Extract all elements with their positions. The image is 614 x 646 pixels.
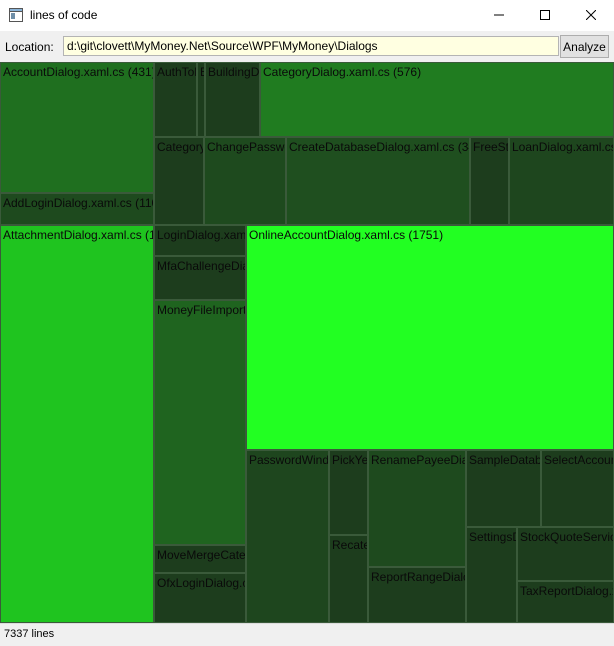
status-text: 7337 lines	[4, 628, 55, 640]
treemap-cell[interactable]: OnlineAccountDialog.xaml.cs (1751)	[246, 225, 614, 450]
cell-label: AddLoginDialog.xaml.cs (110)	[3, 196, 154, 210]
treemap-cell[interactable]: FreeSt	[470, 137, 509, 225]
location-input[interactable]	[63, 36, 559, 56]
close-button[interactable]	[568, 0, 614, 31]
cell-label: SelectAccoun	[544, 453, 614, 467]
close-icon	[585, 9, 597, 23]
cell-label: MoneyFileImport	[157, 303, 246, 317]
treemap-cell[interactable]: SampleDatab	[466, 450, 541, 527]
treemap-cell[interactable]: CategoryDialog.xaml.cs (576)	[260, 62, 614, 137]
treemap-cell[interactable]: TaxReportDialog.x	[517, 581, 614, 623]
app-window: lines of code Location: Analyze AccountD…	[0, 0, 614, 646]
treemap-cell[interactable]: ChangePasswo	[204, 137, 286, 225]
treemap-cell[interactable]: Category	[154, 137, 204, 225]
cell-label: StockQuoteServic	[520, 530, 614, 544]
cell-label: MfaChallengeDia	[157, 259, 246, 273]
cell-label: SettingsD	[469, 530, 517, 544]
treemap-cell[interactable]: AttachmentDialog.xaml.cs (1	[0, 225, 154, 623]
treemap-cell[interactable]: B	[197, 62, 205, 137]
cell-label: PickYe	[332, 453, 368, 467]
cell-label: RenamePayeeDial	[371, 453, 466, 467]
treemap-cell[interactable]: CreateDatabaseDialog.xaml.cs (34	[286, 137, 470, 225]
treemap-cell[interactable]: AuthTol	[154, 62, 197, 137]
treemap-cell[interactable]: OfxLoginDialog.c	[154, 573, 246, 623]
treemap-cell[interactable]: StockQuoteServic	[517, 527, 614, 581]
cell-label: OfxLoginDialog.c	[157, 576, 246, 590]
treemap-cell[interactable]: SelectAccoun	[541, 450, 614, 527]
cell-label: CreateDatabaseDialog.xaml.cs (34	[289, 140, 470, 154]
cell-label: OnlineAccountDialog.xaml.cs (1751)	[249, 228, 444, 242]
analyze-button[interactable]: Analyze	[560, 35, 609, 58]
location-label: Location:	[5, 40, 54, 54]
app-window-icon	[9, 8, 23, 22]
cell-label: MoveMergeCate	[157, 548, 246, 562]
cell-label: ChangePasswo	[207, 140, 286, 154]
treemap-cell[interactable]: ReportRangeDialo	[368, 567, 466, 623]
cell-label: LoanDialog.xaml.cs	[512, 140, 614, 154]
title-bar[interactable]: lines of code	[0, 0, 614, 31]
maximize-icon	[540, 9, 550, 23]
cell-label: AuthTol	[157, 65, 197, 79]
treemap-cell[interactable]: AddLoginDialog.xaml.cs (110)	[0, 193, 154, 225]
toolbar: Location: Analyze	[0, 31, 614, 61]
treemap-cell[interactable]: MoveMergeCate	[154, 545, 246, 573]
treemap-cell[interactable]: PickYe	[329, 450, 368, 535]
cell-label: AccountDialog.xaml.cs (431)	[3, 65, 154, 79]
cell-label: SampleDatab	[469, 453, 541, 467]
treemap-cell[interactable]: RenamePayeeDial	[368, 450, 466, 567]
treemap-cell[interactable]: MfaChallengeDia	[154, 256, 246, 300]
window-title: lines of code	[30, 8, 98, 22]
maximize-button[interactable]	[522, 0, 568, 31]
minimize-button[interactable]	[476, 0, 522, 31]
treemap-cell[interactable]: AccountDialog.xaml.cs (431)	[0, 62, 154, 193]
treemap-cell[interactable]: MoneyFileImport	[154, 300, 246, 545]
cell-label: PasswordWind	[249, 453, 329, 467]
treemap-cell[interactable]: LoginDialog.xam	[154, 225, 246, 256]
cell-label: Recate	[332, 538, 368, 552]
cell-label: CategoryDialog.xaml.cs (576)	[263, 65, 422, 79]
treemap-cell[interactable]: BuildingD	[205, 62, 260, 137]
treemap: AccountDialog.xaml.cs (431) AddLoginDial…	[0, 62, 614, 623]
treemap-cell[interactable]: LoanDialog.xaml.cs	[509, 137, 614, 225]
cell-label: FreeSt	[473, 140, 509, 154]
status-bar: 7337 lines	[0, 623, 614, 646]
cell-label: BuildingD	[208, 65, 260, 79]
treemap-cell[interactable]: SettingsD	[466, 527, 517, 623]
treemap-cell[interactable]: Recate	[329, 535, 368, 623]
cell-label: TaxReportDialog.x	[520, 584, 614, 598]
minimize-icon	[494, 9, 504, 23]
cell-label: Category	[157, 140, 204, 154]
cell-label: ReportRangeDialo	[371, 570, 466, 584]
treemap-cell[interactable]: PasswordWind	[246, 450, 329, 623]
cell-label: LoginDialog.xam	[157, 228, 246, 242]
cell-label: AttachmentDialog.xaml.cs (1	[3, 228, 154, 242]
